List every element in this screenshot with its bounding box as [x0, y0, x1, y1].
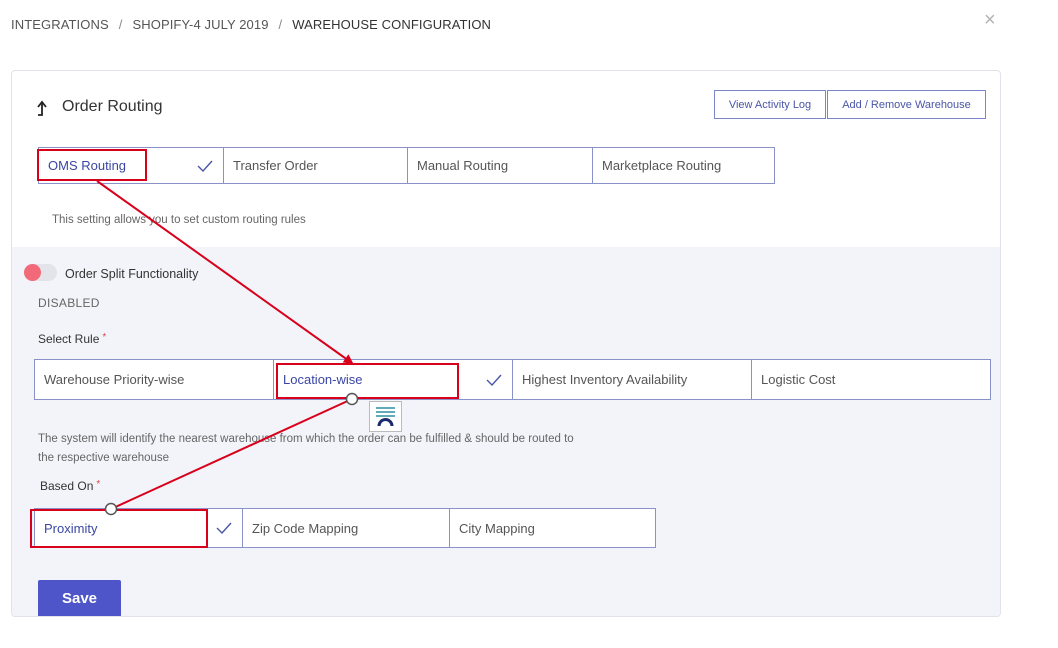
- rule-warehouse-priority[interactable]: Warehouse Priority-wise: [35, 360, 274, 399]
- translate-widget-icon[interactable]: [369, 401, 402, 432]
- routing-hint: This setting allows you to set custom ro…: [52, 214, 306, 226]
- toggle-knob: [24, 264, 41, 281]
- rule-label: Warehouse Priority-wise: [44, 372, 185, 387]
- rule-description-line: the respective warehouse: [38, 452, 170, 464]
- order-split-status: DISABLED: [38, 296, 100, 310]
- rule-highest-inventory[interactable]: Highest Inventory Availability: [513, 360, 752, 399]
- select-rule-label: Select Rule *: [38, 332, 106, 346]
- breadcrumb-shopify[interactable]: SHOPIFY-4 JULY 2019: [132, 17, 268, 32]
- route-arrow-icon: [37, 100, 47, 116]
- breadcrumb-warehouse-configuration: WAREHOUSE CONFIGURATION: [292, 17, 492, 32]
- rule-label: Logistic Cost: [761, 372, 836, 387]
- option-city-mapping[interactable]: City Mapping: [450, 509, 655, 547]
- rule-description-line: The system will identify the nearest war…: [38, 433, 574, 445]
- based-on-label: Based On *: [40, 479, 100, 493]
- required-mark: *: [102, 332, 107, 343]
- close-icon[interactable]: ×: [984, 10, 996, 30]
- breadcrumb: INTEGRATIONS / SHOPIFY-4 JULY 2019 / WAR…: [11, 17, 491, 32]
- routing-type-selector: OMS Routing Transfer Order Manual Routin…: [38, 147, 775, 184]
- option-label: City Mapping: [459, 520, 535, 536]
- rule-logistic-cost[interactable]: Logistic Cost: [752, 360, 990, 399]
- required-mark: *: [96, 479, 101, 490]
- tab-label: Manual Routing: [417, 158, 509, 173]
- annotation-box-oms-routing: [37, 149, 147, 181]
- annotation-box-proximity: [30, 509, 208, 548]
- view-activity-log-button[interactable]: View Activity Log: [714, 90, 826, 119]
- order-split-toggle[interactable]: [24, 264, 57, 281]
- rule-description: The system will identify the nearest war…: [38, 430, 574, 468]
- check-icon: [216, 522, 232, 534]
- add-remove-warehouse-button[interactable]: Add / Remove Warehouse: [827, 90, 986, 119]
- tab-label: Marketplace Routing: [602, 158, 722, 173]
- tab-transfer-order[interactable]: Transfer Order: [224, 148, 408, 183]
- based-on-text: Based On: [40, 479, 94, 493]
- tab-manual-routing[interactable]: Manual Routing: [408, 148, 593, 183]
- annotation-box-location-wise: [276, 363, 459, 399]
- save-button[interactable]: Save: [38, 580, 121, 616]
- check-icon: [197, 160, 213, 172]
- breadcrumb-separator: /: [278, 17, 283, 32]
- check-icon: [486, 374, 502, 386]
- section-header: Order Routing: [34, 97, 163, 117]
- select-rule-text: Select Rule: [38, 332, 100, 346]
- widget-glyph-icon: [376, 407, 395, 427]
- select-rule-selector: Warehouse Priority-wise Location-wise Hi…: [34, 359, 991, 400]
- option-zip-code-mapping[interactable]: Zip Code Mapping: [243, 509, 450, 547]
- rule-label: Highest Inventory Availability: [522, 372, 688, 387]
- breadcrumb-integrations[interactable]: INTEGRATIONS: [11, 17, 109, 32]
- option-label: Zip Code Mapping: [252, 520, 359, 536]
- section-title: Order Routing: [62, 98, 163, 115]
- order-split-label: Order Split Functionality: [65, 267, 199, 281]
- tab-label: Transfer Order: [233, 158, 318, 173]
- tab-marketplace-routing[interactable]: Marketplace Routing: [593, 148, 774, 183]
- breadcrumb-separator: /: [118, 17, 123, 32]
